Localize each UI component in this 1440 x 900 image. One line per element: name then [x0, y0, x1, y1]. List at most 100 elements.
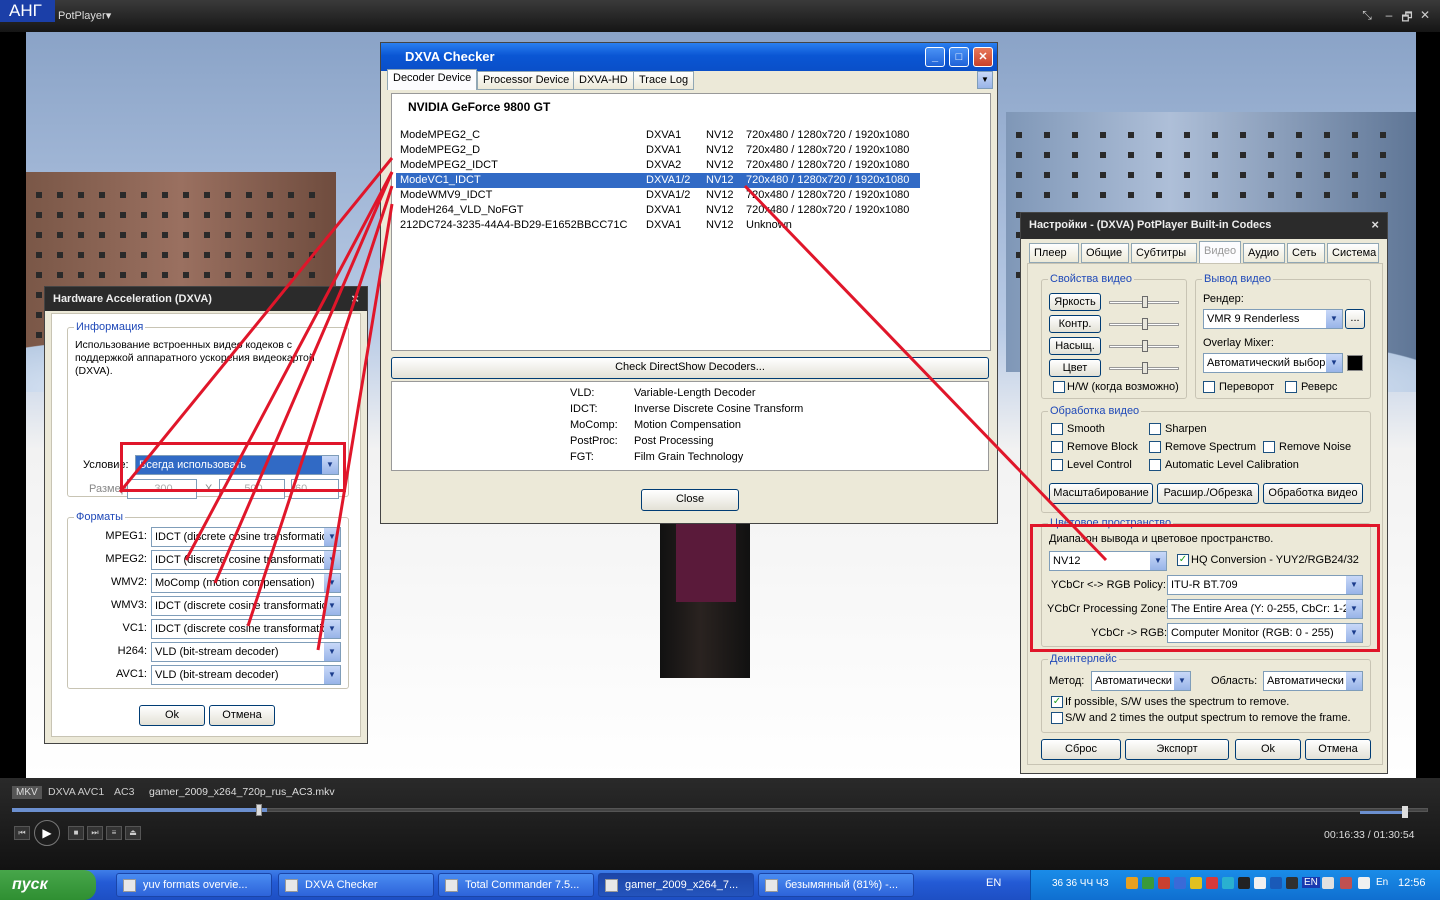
taskbar-item[interactable]: DXVA Checker: [278, 873, 434, 897]
settings-tab[interactable]: Аудио: [1243, 243, 1285, 263]
tray-icon[interactable]: [1174, 877, 1186, 889]
tab-processor-device[interactable]: Processor Device: [477, 71, 576, 90]
processing-checkbox[interactable]: [1149, 441, 1161, 453]
start-button[interactable]: пуск: [0, 870, 96, 900]
decoder-mode-row[interactable]: ModeMPEG2_C DXVA1 NV12 720x480 / 1280x720 /…: [396, 128, 920, 143]
language-indicator[interactable]: АНГ: [0, 0, 55, 22]
settings-tab[interactable]: Система: [1327, 243, 1379, 263]
minimize-icon[interactable]: _: [925, 47, 945, 67]
decoder-mode-row[interactable]: ModeMPEG2_IDCT DXVA2 NV12 720x480 / 1280x72…: [396, 158, 920, 173]
video-prop-button[interactable]: Контр.: [1049, 315, 1101, 333]
flip-checkbox[interactable]: [1203, 381, 1215, 393]
volume-handle[interactable]: [1402, 806, 1408, 818]
video-prop-slider[interactable]: [1109, 340, 1179, 352]
slider-handle[interactable]: [1142, 318, 1148, 330]
video-prop-slider[interactable]: [1109, 362, 1179, 374]
taskbar-item[interactable]: Total Commander 7.5...: [438, 873, 594, 897]
video-processing-button[interactable]: Обработка видео: [1263, 483, 1363, 504]
tray-icon[interactable]: [1206, 877, 1218, 889]
format-select[interactable]: IDCT (discrete cosine transformation) ▼: [151, 596, 341, 616]
renderer-select[interactable]: VMR 9 Renderless ▼: [1203, 309, 1343, 329]
clock[interactable]: 12:56: [1398, 877, 1426, 889]
cancel-button[interactable]: Отмена: [1305, 739, 1371, 760]
tray-icon[interactable]: [1270, 877, 1282, 889]
tray-icon[interactable]: [1238, 877, 1250, 889]
playlist-icon[interactable]: ≡: [106, 826, 122, 840]
maximize-icon[interactable]: □: [949, 47, 969, 67]
minimize-button[interactable]: –: [1382, 8, 1396, 22]
processing-checkbox[interactable]: [1051, 441, 1063, 453]
ok-button[interactable]: Ok: [139, 705, 205, 726]
tray-icon[interactable]: [1322, 877, 1334, 889]
format-select[interactable]: IDCT (discrete cosine transformation) ▼: [151, 550, 341, 570]
tab-decoder-device[interactable]: Decoder Device: [387, 69, 478, 90]
tray-icon[interactable]: [1126, 877, 1138, 889]
tray-icon[interactable]: [1286, 877, 1298, 889]
tray-icon[interactable]: [1222, 877, 1234, 889]
taskbar-item[interactable]: безымянный (81%) -...: [758, 873, 914, 897]
slider-handle[interactable]: [1142, 362, 1148, 374]
deint-sw-checkbox[interactable]: ✓: [1051, 696, 1063, 708]
close-icon[interactable]: ×: [351, 291, 359, 306]
tray-icon[interactable]: [1190, 877, 1202, 889]
taskbar-item[interactable]: yuv formats overvie...: [116, 873, 272, 897]
language-bar[interactable]: EN: [986, 877, 1001, 889]
slider-handle[interactable]: [1142, 296, 1148, 308]
close-icon[interactable]: ×: [1371, 217, 1379, 232]
format-select[interactable]: IDCT (discrete cosine transformation) ▼: [151, 619, 341, 639]
eject-icon[interactable]: ⏏: [125, 826, 141, 840]
tray-icon[interactable]: [1142, 877, 1154, 889]
stop-icon[interactable]: ■: [68, 826, 84, 840]
decoder-mode-list[interactable]: NVIDIA GeForce 9800 GT ModeMPEG2_C DXVA1 N…: [391, 93, 991, 351]
check-directshow-button[interactable]: Check DirectShow Decoders...: [391, 357, 989, 379]
method-select[interactable]: Автоматически ▼: [1091, 671, 1191, 691]
fullscreen-button[interactable]: ⤡: [1360, 8, 1374, 23]
close-button[interactable]: ✕: [1418, 8, 1432, 22]
crop-button[interactable]: Расшир./Обрезка: [1157, 483, 1259, 504]
reset-button[interactable]: Сброс: [1041, 739, 1121, 760]
tray-icon[interactable]: [1340, 877, 1352, 889]
format-select[interactable]: MoComp (motion compensation) ▼: [151, 573, 341, 593]
format-select[interactable]: VLD (bit-stream decoder) ▼: [151, 665, 341, 685]
prev-icon[interactable]: ⏮: [14, 826, 30, 840]
color-swatch[interactable]: [1347, 355, 1363, 371]
slider-handle[interactable]: [1142, 340, 1148, 352]
ok-button[interactable]: Ok: [1235, 739, 1301, 760]
cancel-button[interactable]: Отмена: [209, 705, 275, 726]
tab-dxva-hd[interactable]: DXVA-HD: [573, 71, 634, 90]
processing-checkbox[interactable]: [1149, 423, 1161, 435]
video-prop-slider[interactable]: [1109, 318, 1179, 330]
tab-trace-log[interactable]: Trace Log: [633, 71, 695, 90]
processing-checkbox[interactable]: [1149, 459, 1161, 471]
deint-2x-checkbox[interactable]: [1051, 712, 1063, 724]
processing-checkbox[interactable]: [1051, 423, 1063, 435]
format-select[interactable]: VLD (bit-stream decoder) ▼: [151, 642, 341, 662]
close-icon[interactable]: ✕: [973, 47, 993, 67]
tray-icon[interactable]: [1158, 877, 1170, 889]
scaling-button[interactable]: Масштабирование: [1049, 483, 1153, 504]
tray-lang2-icon[interactable]: En: [1376, 877, 1388, 888]
maximize-button[interactable]: 🗗: [1400, 8, 1414, 29]
video-prop-button[interactable]: Цвет: [1049, 359, 1101, 377]
player-menu-button[interactable]: PotPlayer▾: [58, 9, 111, 22]
seek-handle[interactable]: [256, 804, 262, 816]
decoder-mode-row[interactable]: ModeVC1_IDCT DXVA1/2 NV12 720x480 / 1280x72…: [396, 173, 920, 188]
close-button[interactable]: Close: [641, 489, 739, 511]
settings-tab[interactable]: Сеть: [1287, 243, 1325, 263]
video-prop-slider[interactable]: [1109, 296, 1179, 308]
decoder-mode-row[interactable]: ModeH264_VLD_NoFGT DXVA1 NV12 720x480 / 128…: [396, 203, 920, 218]
taskbar-item[interactable]: gamer_2009_x264_7...: [598, 873, 754, 897]
device-dropdown-icon[interactable]: ▼: [977, 71, 993, 89]
overlay-select[interactable]: Автоматический выбор ▼: [1203, 353, 1343, 373]
tray-icon[interactable]: [1254, 877, 1266, 889]
processing-checkbox[interactable]: [1263, 441, 1275, 453]
decoder-mode-row[interactable]: ModeWMV9_IDCT DXVA1/2 NV12 720x480 / 1280x7…: [396, 188, 920, 203]
reverse-checkbox[interactable]: [1285, 381, 1297, 393]
hw-checkbox[interactable]: [1053, 381, 1065, 393]
tray-lang-icon[interactable]: EN: [1302, 877, 1320, 888]
export-button[interactable]: Экспорт: [1125, 739, 1229, 760]
play-icon[interactable]: ▶: [34, 820, 60, 846]
volume-bar[interactable]: [1360, 811, 1402, 814]
tray-icon[interactable]: [1358, 877, 1370, 889]
decoder-mode-row[interactable]: 212DC724-3235-44A4-BD29-E1652BBCC71C DXVA…: [396, 218, 920, 233]
